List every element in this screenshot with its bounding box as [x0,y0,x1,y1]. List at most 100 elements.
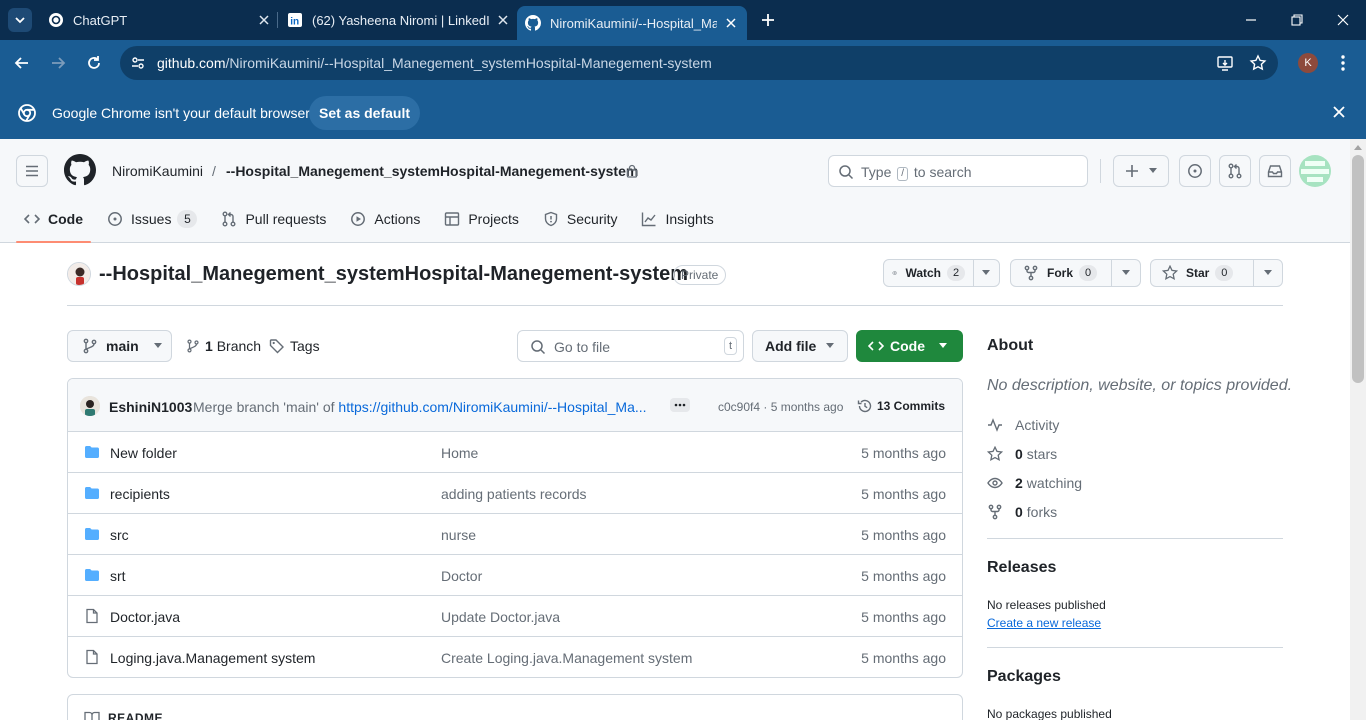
commit-author[interactable]: EshiniN1003 [109,399,192,415]
browser-tab-github[interactable]: NiromiKaumini/--Hospital_Manegement_syst… [517,6,747,40]
browser-tab-linkedin[interactable]: in (62) Yasheena Niromi | LinkedIn [279,4,511,36]
tab-issues[interactable]: Issues 5 [99,199,205,239]
tab-security[interactable]: Security [535,199,626,239]
add-file-label: Add file [765,338,817,354]
commit-author-avatar[interactable] [80,396,100,416]
user-avatar[interactable] [1299,155,1331,187]
scroll-up-arrow-icon[interactable] [1354,145,1362,151]
chatgpt-icon [48,12,64,28]
file-row[interactable]: recipients adding patients records 5 mon… [68,473,962,514]
activity-link[interactable]: Activity [987,417,1059,433]
restore-button[interactable] [1274,0,1320,40]
site-info-icon[interactable] [130,55,146,71]
file-name[interactable]: srt [110,568,126,584]
commits-link[interactable]: 13 Commits [857,398,945,414]
caret-down-icon [939,343,947,348]
set-default-button[interactable]: Set as default [309,96,420,130]
back-button[interactable] [10,51,34,75]
star-button[interactable]: Star 0 [1150,259,1283,287]
file-row[interactable]: Loging.java.Management system Create Log… [68,637,962,677]
watching-link[interactable]: 2 watching [987,475,1082,491]
folder-icon [85,528,99,540]
go-to-file-input[interactable]: Go to file t [517,330,744,362]
close-icon[interactable] [1332,105,1346,119]
visibility-badge: Private [673,265,727,285]
branch-selector[interactable]: main [67,330,172,362]
file-name[interactable]: New folder [110,445,177,461]
search-suffix-text: to search [913,164,972,180]
bookmark-star-icon[interactable] [1249,54,1267,72]
address-bar[interactable]: github.com/NiromiKaumini/--Hospital_Mane… [120,46,1278,80]
caret-down-icon [1264,270,1272,275]
create-release-link[interactable]: Create a new release [987,616,1101,630]
file-commit-message[interactable]: adding patients records [441,486,587,502]
folder-icon [85,569,99,581]
reload-button[interactable] [82,51,106,75]
close-window-button[interactable] [1320,0,1366,40]
tab-divider [277,12,278,28]
global-menu-button[interactable] [16,155,48,187]
commit-message[interactable]: Merge branch 'main' of https://github.co… [193,399,661,415]
new-tab-button[interactable] [757,9,779,31]
issues-button[interactable] [1179,155,1211,187]
commit-expand-button[interactable] [670,398,690,412]
code-button[interactable]: Code [856,330,963,362]
tab-projects[interactable]: Projects [436,199,527,239]
tab-pull-requests[interactable]: Pull requests [213,199,334,239]
file-commit-message[interactable]: Home [441,445,478,461]
file-name[interactable]: Doctor.java [110,609,180,625]
close-tab-icon[interactable] [723,15,739,31]
forks-link[interactable]: 0 forks [987,504,1057,520]
create-new-button[interactable] [1113,155,1169,187]
minimize-icon [1246,19,1256,21]
add-file-button[interactable]: Add file [752,330,848,362]
star-dropdown[interactable] [1253,260,1282,286]
packages-heading[interactable]: Packages [987,668,1061,686]
commit-message-link[interactable]: https://github.com/NiromiKaumini/--Hospi… [338,399,646,415]
tags-link[interactable]: Tags [269,338,320,354]
pull-requests-button[interactable] [1219,155,1251,187]
tab-insights[interactable]: Insights [633,199,721,239]
file-name[interactable]: src [110,527,129,543]
file-row[interactable]: Doctor.java Update Doctor.java 5 months … [68,596,962,637]
fork-button[interactable]: Fork 0 [1010,259,1141,287]
inbox-button[interactable] [1259,155,1291,187]
file-commit-message[interactable]: Update Doctor.java [441,609,560,625]
commit-hash-time[interactable]: c0c90f4 · 5 months ago [718,400,843,414]
breadcrumb-owner[interactable]: NiromiKaumini [112,163,203,179]
fork-dropdown[interactable] [1111,260,1140,286]
file-commit-message[interactable]: nurse [441,527,476,543]
browser-tab-chatgpt[interactable]: ChatGPT [40,4,272,36]
file-name[interactable]: Loging.java.Management system [110,650,315,666]
file-commit-message[interactable]: Doctor [441,568,482,584]
breadcrumb-repo[interactable]: --Hospital_Manegement_systemHospital-Man… [226,163,638,179]
file-name[interactable]: recipients [110,486,170,502]
profile-avatar[interactable]: K [1298,53,1318,73]
stars-link[interactable]: 0 stars [987,446,1057,462]
github-logo-icon[interactable] [64,154,96,186]
tab-code[interactable]: Code [16,199,91,243]
close-tab-icon[interactable] [256,12,272,28]
star-count: 0 [1215,265,1234,281]
branches-link[interactable]: 1 Branch [186,338,261,354]
file-commit-message[interactable]: Create Loging.java.Management system [441,650,692,666]
watch-dropdown[interactable] [973,260,998,286]
tab-search-button[interactable] [8,8,32,32]
watch-button[interactable]: Watch 2 [883,259,1000,287]
page-scrollbar[interactable] [1350,139,1366,720]
scrollbar-thumb[interactable] [1352,155,1364,383]
global-search-input[interactable]: Type / to search [828,155,1088,187]
releases-heading[interactable]: Releases [987,559,1056,577]
repo-owner-avatar[interactable] [67,262,91,286]
forward-button[interactable] [46,51,70,75]
file-row[interactable]: New folder Home 5 months ago [68,432,962,473]
repo-title[interactable]: --Hospital_Manegement_systemHospital-Man… [99,263,688,286]
close-tab-icon[interactable] [495,12,511,28]
install-app-icon[interactable] [1216,54,1234,72]
tab-actions[interactable]: Actions [342,199,428,239]
file-row[interactable]: srt Doctor 5 months ago [68,555,962,596]
minimize-button[interactable] [1228,0,1274,40]
readme-tab[interactable]: README [108,711,163,720]
file-row[interactable]: src nurse 5 months ago [68,514,962,555]
browser-menu-icon[interactable] [1334,53,1352,73]
